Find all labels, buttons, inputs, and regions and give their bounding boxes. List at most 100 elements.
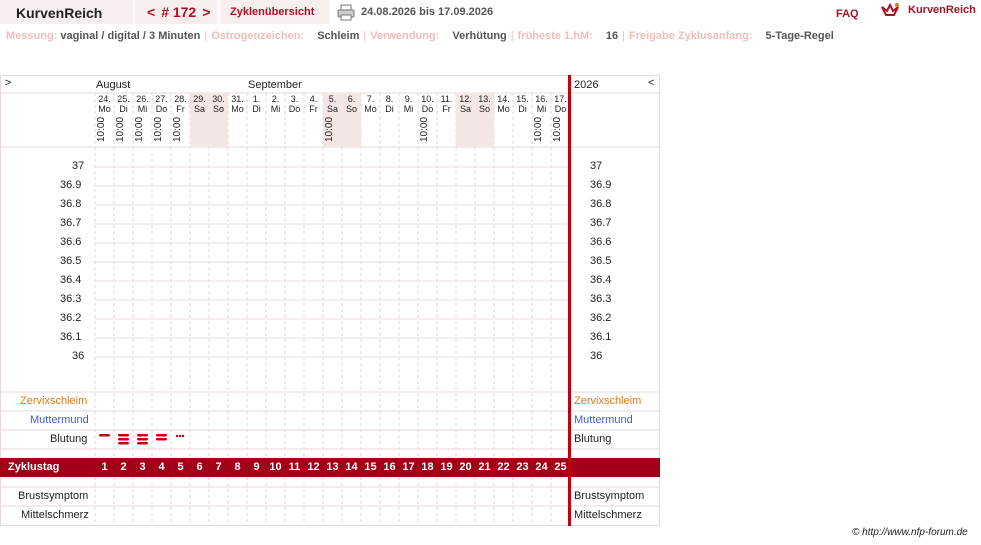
day-header[interactable]: 15. Di — [513, 94, 532, 147]
day-header[interactable]: 29. Sa — [190, 94, 209, 147]
day-weekday: Mi — [270, 104, 281, 114]
temp-tick-label-right: 36.7 — [590, 217, 612, 229]
bleeding-mark — [137, 434, 148, 445]
day-date: 9. — [404, 94, 413, 104]
measure-time: 10:00 — [153, 116, 164, 142]
temp-tick-label-right: 36.3 — [590, 293, 612, 305]
temp-tick-label: 36.1 — [60, 331, 82, 343]
day-header[interactable]: 2. Mi — [266, 94, 285, 147]
day-weekday: Di — [252, 104, 261, 114]
day-date: 25. — [117, 94, 130, 104]
day-header[interactable]: 24. Mo 10:00 — [95, 94, 114, 147]
cycle-day-number: 8 — [234, 461, 241, 473]
bleeding-mark — [156, 434, 167, 441]
day-header[interactable]: 10. Do 10:00 — [418, 94, 437, 147]
bleeding-mark — [99, 434, 110, 437]
zyklustag-label: Zyklustag — [8, 461, 60, 473]
measure-time: 10:00 — [172, 116, 183, 142]
day-header[interactable]: 6. So — [342, 94, 361, 147]
day-header[interactable]: 27. Do 10:00 — [152, 94, 171, 147]
day-header[interactable]: 31. Mo — [228, 94, 247, 147]
month-label-september: September — [248, 79, 302, 91]
day-weekday: Di — [385, 104, 394, 114]
day-header[interactable]: 9. Mi — [399, 94, 418, 147]
day-header[interactable]: 4. Fr — [304, 94, 323, 147]
day-date: 26. — [136, 94, 149, 104]
zyklustag-row: Zyklustag 1 2 3 4 5 6 7 8 9 10 11 12 13 14 15 16 17 18 19 2… — [0, 458, 660, 477]
cycle-day-number: 3 — [139, 461, 146, 473]
day-header[interactable]: 25. Di 10:00 — [114, 94, 133, 147]
cycle-day-number: 19 — [440, 461, 453, 473]
day-weekday: Sa — [459, 104, 471, 114]
day-header[interactable]: 28. Fr 10:00 — [171, 94, 190, 147]
cycle-day-number: 7 — [215, 461, 222, 473]
day-header[interactable]: 12. Sa — [456, 94, 475, 147]
day-weekday: So — [345, 104, 357, 114]
day-header[interactable]: 13. So — [475, 94, 494, 147]
day-date: 11. — [440, 94, 453, 104]
day-weekday: Sa — [193, 104, 205, 114]
temp-tick-label: 36.4 — [60, 274, 82, 286]
measure-time: 10:00 — [552, 116, 563, 142]
zervixschleim-label-right: Zervixschleim — [574, 395, 642, 407]
temp-tick-label-right: 36.9 — [590, 179, 612, 191]
day-header[interactable]: 7. Mo — [361, 94, 380, 147]
muttermund-label-right: Muttermund — [574, 414, 633, 426]
temp-tick-label: 36.7 — [60, 217, 82, 229]
scroll-right-button[interactable]: < — [648, 77, 654, 89]
cycle-day-number: 5 — [177, 461, 184, 473]
mittelschmerz-label-right: Mittelschmerz — [574, 509, 642, 521]
day-date: 2. — [271, 94, 280, 104]
current-day-marker — [568, 75, 571, 526]
temp-tick-label-right: 36.2 — [590, 312, 612, 324]
day-header[interactable]: 26. Mi 10:00 — [133, 94, 152, 147]
measure-time: 10:00 — [134, 116, 145, 142]
temp-tick-label-right: 36 — [590, 350, 603, 362]
day-header[interactable]: 3. Do — [285, 94, 304, 147]
day-weekday: Mo — [231, 104, 244, 114]
day-date: 13. — [478, 94, 491, 104]
day-header[interactable]: 16. Mi 10:00 — [532, 94, 551, 147]
day-header[interactable]: 8. Di — [380, 94, 399, 147]
brustsymptom-label: Brustsymptom — [18, 490, 89, 502]
muttermund-label: Muttermund — [30, 414, 89, 426]
temp-tick-label-right: 36.5 — [590, 255, 612, 267]
year-label: 2026 — [574, 79, 599, 91]
temp-tick-label: 36.8 — [60, 198, 82, 210]
cycle-day-number: 20 — [459, 461, 472, 473]
day-date: 24. — [98, 94, 111, 104]
measure-time: 10:00 — [96, 116, 107, 142]
zervixschleim-label: Zervixschleim — [20, 395, 88, 407]
blutung-label-right: Blutung — [574, 433, 612, 445]
cycle-day-number: 1 — [101, 461, 108, 473]
day-header[interactable]: 14. Mo — [494, 94, 513, 147]
cycle-day-number: 11 — [288, 461, 301, 473]
day-date: 8. — [385, 94, 394, 104]
day-date: 4. — [309, 94, 318, 104]
temp-tick-label: 37 — [72, 160, 85, 172]
day-header[interactable]: 5. Sa 10:00 — [323, 94, 342, 147]
day-date: 28. — [174, 94, 187, 104]
cycle-day-number: 10 — [269, 461, 282, 473]
brustsymptom-label-right: Brustsymptom — [574, 490, 645, 502]
day-header[interactable]: 11. Fr — [437, 94, 456, 147]
day-weekday: Fr — [442, 104, 451, 114]
scroll-left-button[interactable]: > — [5, 77, 11, 89]
cycle-day-number: 18 — [421, 461, 434, 473]
measure-time: 10:00 — [324, 116, 335, 142]
cycle-day-number: 17 — [402, 461, 415, 473]
temp-tick-label: 36.2 — [60, 312, 82, 324]
mittelschmerz-label: Mittelschmerz — [21, 509, 89, 521]
day-header[interactable]: 1. Di — [247, 94, 266, 147]
day-date: 29. — [193, 94, 206, 104]
day-date: 10. — [421, 94, 434, 104]
day-weekday: Mo — [364, 104, 377, 114]
day-date: 5. — [328, 94, 337, 104]
day-header[interactable]: 30. So — [209, 94, 228, 147]
measure-time: 10:00 — [115, 116, 126, 142]
day-date: 6. — [347, 94, 356, 104]
cycle-day-number: 15 — [364, 461, 377, 473]
bleeding-mark — [175, 434, 185, 438]
blutung-label: Blutung — [50, 433, 88, 445]
cycle-day-number: 6 — [196, 461, 203, 473]
